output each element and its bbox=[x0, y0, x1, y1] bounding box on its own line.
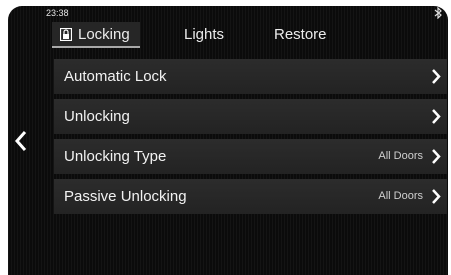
row-unlocking[interactable]: Unlocking bbox=[54, 99, 447, 134]
row-value: All Doors bbox=[378, 150, 423, 162]
row-value: All Doors bbox=[378, 190, 423, 202]
tab-lights-label: Lights bbox=[184, 26, 225, 43]
settings-screen: 23:38 Locking Lights Restore Automatic L… bbox=[8, 6, 448, 275]
tab-locking-label: Locking bbox=[78, 26, 130, 43]
row-label: Automatic Lock bbox=[64, 68, 167, 85]
status-time: 23:38 bbox=[46, 8, 69, 18]
lock-icon bbox=[59, 24, 73, 42]
chevron-left-icon bbox=[14, 131, 28, 156]
tab-restore-label: Restore bbox=[274, 26, 327, 43]
row-label: Unlocking bbox=[64, 108, 130, 125]
row-passive-unlocking[interactable]: Passive Unlocking All Doors bbox=[54, 179, 447, 214]
tab-locking[interactable]: Locking bbox=[52, 22, 140, 48]
row-automatic-lock[interactable]: Automatic Lock bbox=[54, 59, 447, 94]
tab-restore[interactable]: Restore bbox=[274, 22, 327, 48]
row-unlocking-type[interactable]: Unlocking Type All Doors bbox=[54, 139, 447, 174]
row-label: Unlocking Type bbox=[64, 148, 167, 165]
bluetooth-icon bbox=[434, 6, 442, 22]
chevron-right-icon bbox=[431, 109, 441, 124]
back-button[interactable] bbox=[14, 130, 34, 156]
active-tab-indicator bbox=[52, 46, 140, 48]
tab-lights[interactable]: Lights bbox=[184, 22, 224, 48]
settings-list: Automatic Lock Unlocking Unlocking Type … bbox=[54, 59, 447, 219]
row-label: Passive Unlocking bbox=[64, 188, 187, 205]
chevron-right-icon bbox=[431, 189, 441, 204]
tab-bar: Locking Lights Restore bbox=[52, 22, 382, 48]
chevron-right-icon bbox=[431, 149, 441, 164]
chevron-right-icon bbox=[431, 69, 441, 84]
